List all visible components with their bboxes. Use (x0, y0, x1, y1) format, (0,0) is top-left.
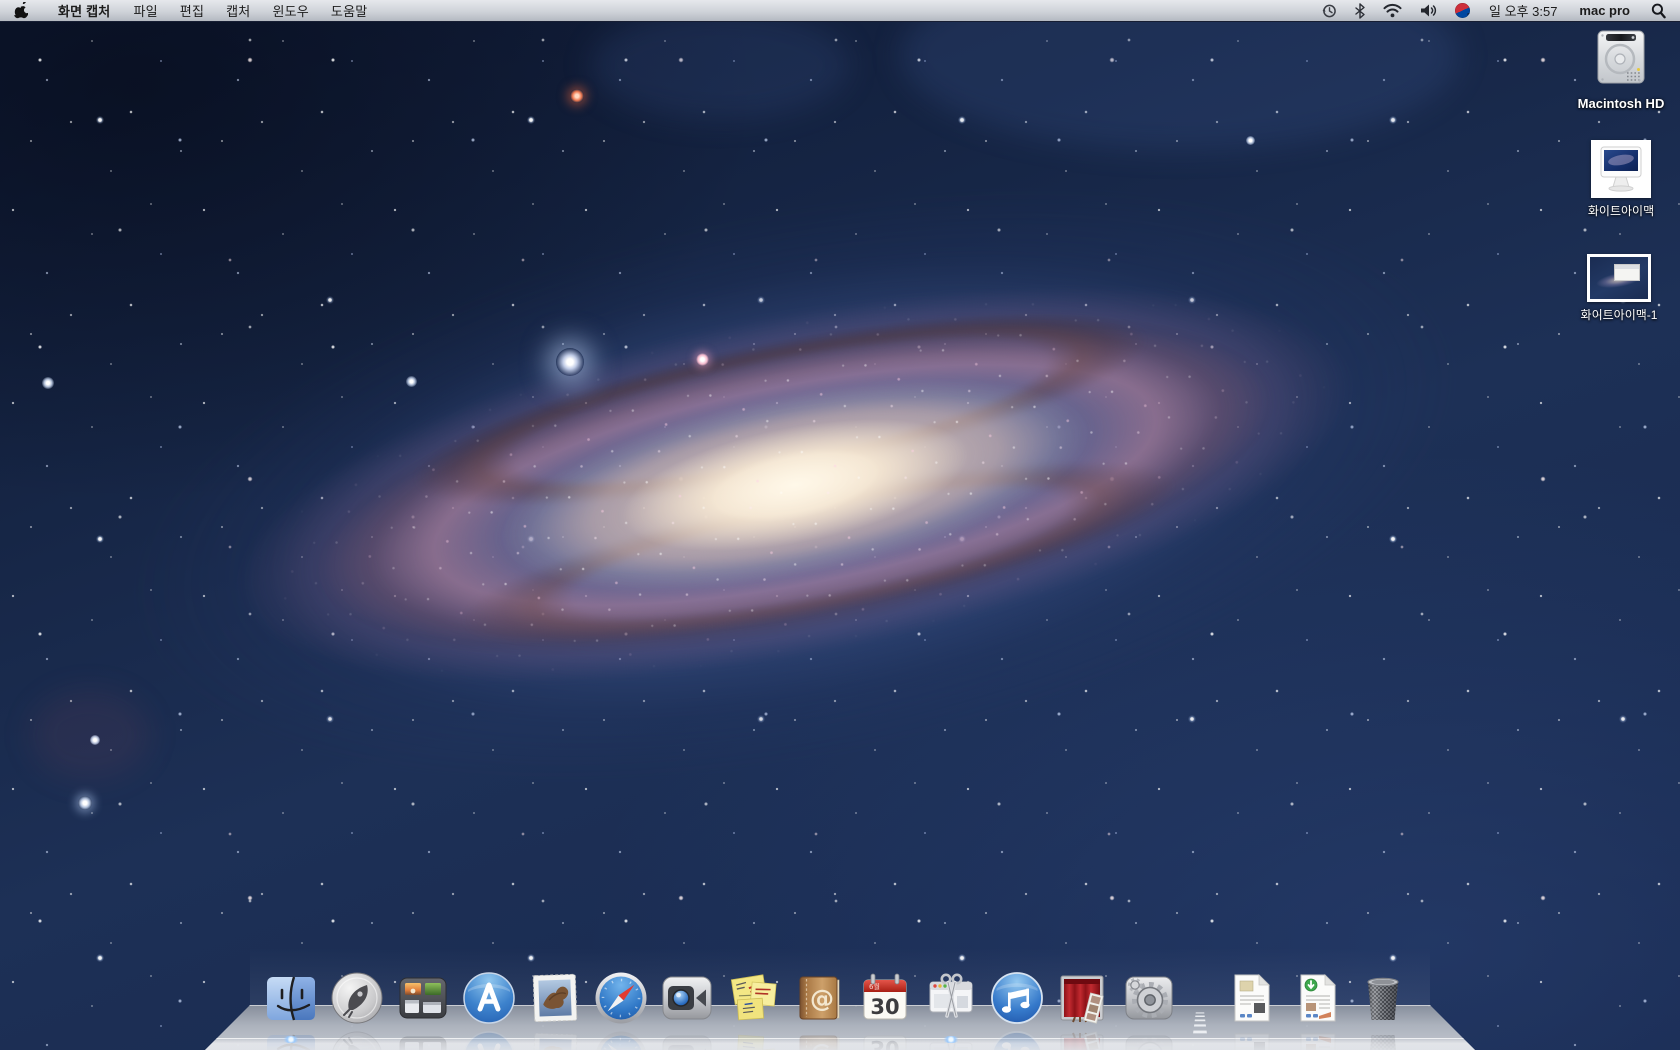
running-indicator-finder (282, 1036, 300, 1043)
dock-separator (1187, 970, 1213, 1026)
hard-drive-icon (1591, 28, 1651, 92)
bluetooth-menu[interactable] (1346, 0, 1374, 21)
dock-icon-safari[interactable] (593, 970, 649, 1026)
desktop-icon-label: 화이트아이맥-1 (1559, 306, 1679, 323)
dock-icon-mission-control[interactable] (395, 970, 451, 1026)
dock-icon-itunes[interactable] (989, 970, 1045, 1026)
korean-flag-icon: 2 (1455, 3, 1470, 18)
dock-icon-launchpad[interactable] (329, 970, 385, 1026)
desktop-icon-white-imac-1[interactable]: 화이트아이맥-1 (1559, 254, 1679, 323)
dock-icon-stickies[interactable] (725, 970, 781, 1026)
menu-capture[interactable]: 캡처 (215, 0, 261, 21)
dock-icon-grab[interactable] (923, 970, 979, 1026)
svg-text:30: 30 (870, 995, 899, 1019)
user-switch-menu[interactable]: mac pro (1567, 0, 1642, 21)
desktop-icon-label: Macintosh HD (1561, 96, 1680, 111)
wifi-menu[interactable] (1374, 0, 1411, 21)
input-badge: 2 (1467, 12, 1470, 18)
dock-icon-mail[interactable] (527, 970, 583, 1026)
menu-edit[interactable]: 편집 (169, 0, 215, 21)
dock-icon-document-download[interactable] (1289, 970, 1345, 1026)
time-machine-menu[interactable] (1312, 0, 1346, 21)
bright-star-white (556, 348, 584, 376)
dock-icon-app-store[interactable] (461, 970, 517, 1026)
imac-photo-icon (1594, 143, 1648, 195)
dock-icon-trash[interactable] (1355, 970, 1411, 1026)
dock-icon-facetime[interactable] (659, 970, 715, 1026)
desktop-wallpaper (0, 0, 1680, 1050)
svg-text:@: @ (810, 985, 834, 1013)
nebula-cloud (590, 10, 850, 120)
apple-logo-icon (14, 2, 28, 19)
menu-file[interactable]: 파일 (122, 0, 168, 21)
dock-icon-system-preferences[interactable] (1121, 970, 1177, 1026)
dock-icon-photo-booth[interactable] (1055, 970, 1111, 1026)
apple-menu[interactable] (0, 0, 46, 21)
desktop-icon-white-imac[interactable]: 화이트아이맥 (1561, 140, 1680, 219)
bright-star (90, 735, 100, 745)
time-machine-icon (1321, 3, 1337, 19)
bright-star (1246, 136, 1255, 145)
spotlight-search-icon (1651, 3, 1666, 19)
running-indicator-grab (942, 1036, 960, 1043)
volume-icon (1420, 3, 1437, 18)
bright-star (406, 376, 417, 387)
menu-app-name[interactable]: 화면 캡처 (46, 0, 122, 21)
menu-help[interactable]: 도움말 (320, 0, 378, 21)
dock-icon-finder[interactable] (263, 970, 319, 1026)
input-source-menu[interactable]: 2 (1446, 0, 1479, 21)
menu-window[interactable]: 윈도우 (261, 0, 319, 21)
dock-icon-address-book[interactable]: @ (791, 970, 847, 1026)
dock-icon-ical[interactable]: 6월 30 (857, 970, 913, 1026)
bright-star (42, 377, 54, 389)
bluetooth-icon (1355, 3, 1365, 19)
bright-star-pink (696, 353, 709, 366)
dock-icon-document[interactable] (1223, 970, 1279, 1026)
menubar-clock[interactable]: 일 오후 3:57 (1479, 0, 1567, 21)
menu-bar: 화면 캡처 파일 편집 캡처 윈도우 도움말 (0, 0, 1680, 22)
bright-star-red (570, 89, 584, 103)
desktop-icon-label: 화이트아이맥 (1561, 202, 1680, 219)
spotlight-menu[interactable] (1642, 0, 1680, 21)
wifi-icon (1383, 3, 1402, 18)
desktop-icon-macintosh-hd[interactable]: Macintosh HD (1561, 28, 1680, 111)
bright-star (78, 796, 92, 810)
volume-menu[interactable] (1411, 0, 1446, 21)
